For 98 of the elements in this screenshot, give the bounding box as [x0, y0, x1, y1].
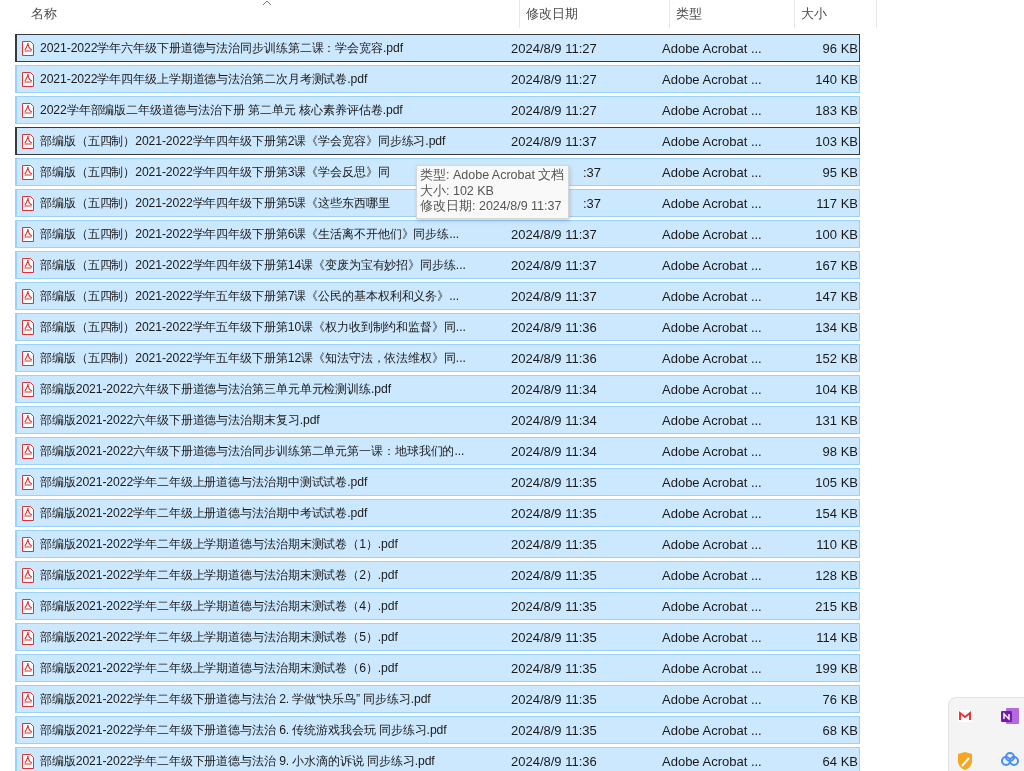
file-name: 部编版（五四制）2021-2022学年四年级下册第6课《生活离不开他们》同步练... — [40, 225, 460, 243]
file-size: 128 KB — [814, 567, 859, 583]
file-name: 部编版（五四制）2021-2022学年五年级下册第12课《知法守法，依法维权》同... — [40, 349, 466, 367]
file-size: 104 KB — [814, 381, 859, 397]
modified-date: 2024/8/9 11:27 — [511, 71, 597, 87]
file-type: Adobe Acrobat ... — [661, 133, 763, 149]
file-name: 部编版（五四制）2021-2022学年四年级下册第14课《变废为宝有妙招》同步练... — [40, 256, 466, 274]
file-size: 167 KB — [814, 257, 859, 273]
file-type: Adobe Acrobat ... — [661, 102, 763, 118]
file-size: 154 KB — [814, 505, 859, 521]
file-type: Adobe Acrobat ... — [661, 474, 763, 490]
modified-date: 2024/8/9 11:35 — [511, 722, 597, 738]
file-size: 76 KB — [821, 691, 859, 707]
file-type: Adobe Acrobat ... — [661, 381, 763, 397]
modified-date: 2024/8/9 11:35 — [511, 567, 597, 583]
file-size: 103 KB — [814, 133, 859, 149]
file-size: 105 KB — [814, 474, 859, 490]
file-name: 2021-2022学年四年级上学期道德与法治第二次月考测试卷.pdf — [40, 70, 368, 88]
modified-date: 2024/8/9 11:27 — [511, 40, 597, 56]
file-name: 部编版2021-2022六年级下册道德与法治期末复习.pdf — [40, 411, 320, 429]
file-type: Adobe Acrobat ... — [661, 226, 763, 242]
file-name: 部编版2021-2022学年二年级下册道德与法治 6. 传统游戏我会玩 同步练习.pdf — [40, 721, 447, 739]
file-type: Adobe Acrobat ... — [661, 443, 763, 459]
file-size: 183 KB — [814, 102, 859, 118]
file-size: 98 KB — [821, 443, 859, 459]
modified-date: 2024/8/9 11:36 — [511, 319, 597, 335]
file-name: 部编版（五四制）2021-2022学年五年级下册第7课《公民的基本权利和义务》... — [40, 287, 460, 305]
modified-date: 2024/8/9 11:27 — [511, 102, 597, 118]
file-size: 96 KB — [821, 40, 859, 56]
file-size: 215 KB — [814, 598, 859, 614]
file-type: Adobe Acrobat ... — [661, 40, 763, 56]
modified-date: 2024/8/9 11:35 — [511, 660, 597, 676]
file-size: 147 KB — [814, 288, 859, 304]
file-size: 152 KB — [814, 350, 859, 366]
file-type: Adobe Acrobat ... — [661, 660, 763, 676]
modified-date: 2024/8/9 11:35 — [511, 691, 597, 707]
file-type: Adobe Acrobat ... — [661, 629, 763, 645]
file-name: 部编版（五四制）2021-2022学年四年级下册第2课《学会宽容》同步练习.pdf — [40, 132, 446, 150]
modified-date: 2024/8/9 11:35 — [511, 598, 597, 614]
file-size: 64 KB — [821, 753, 859, 769]
file-name: 部编版2021-2022学年二年级下册道德与法治 9. 小水滴的诉说 同步练习.pdf — [40, 752, 435, 770]
file-size: 114 KB — [815, 629, 859, 645]
tooltip-line: 类型: Adobe Acrobat 文档 — [420, 168, 565, 184]
file-name: 部编版2021-2022学年二年级上学期道德与法治期末测试卷（2）.pdf — [40, 566, 398, 584]
modified-date: 2024/8/9 11:37 — [511, 288, 597, 304]
file-name: 部编版2021-2022六年级下册道德与法治第三单元单元检测训练.pdf — [40, 380, 391, 398]
modified-date: 2024/8/9 11:34 — [511, 381, 597, 397]
modified-date: 2024/8/9 11:37 — [511, 226, 597, 242]
file-size: 117 KB — [815, 195, 859, 211]
modified-date: :37 — [583, 195, 602, 211]
file-type: Adobe Acrobat ... — [661, 567, 763, 583]
file-type: Adobe Acrobat ... — [661, 722, 763, 738]
modified-date: 2024/8/9 11:37 — [511, 257, 597, 273]
file-type: Adobe Acrobat ... — [661, 536, 763, 552]
modified-date: 2024/8/9 11:34 — [511, 412, 597, 428]
file-type: Adobe Acrobat ... — [661, 71, 763, 87]
file-type: Adobe Acrobat ... — [661, 350, 763, 366]
file-size: 140 KB — [814, 71, 859, 87]
file-name: 部编版（五四制）2021-2022学年四年级下册第5课《这些东西哪里 — [40, 194, 390, 212]
modified-date: 2024/8/9 11:35 — [511, 629, 597, 645]
tooltip-line: 修改日期: 2024/8/9 11:37 — [420, 199, 563, 215]
modified-date: 2024/8/9 11:36 — [511, 350, 597, 366]
file-size: 199 KB — [814, 660, 859, 676]
file-size: 95 KB — [821, 164, 859, 180]
file-name: 部编版2021-2022学年二年级上学期道德与法治期末测试卷（4）.pdf — [40, 597, 398, 615]
file-name: 部编版2021-2022学年二年级上学期道德与法治期末测试卷（6）.pdf — [40, 659, 398, 677]
file-size: 134 KB — [814, 319, 859, 335]
file-type: Adobe Acrobat ... — [661, 319, 763, 335]
file-name: 部编版2021-2022学年二年级上学期道德与法治期末测试卷（5）.pdf — [40, 628, 398, 646]
modified-date: 2024/8/9 11:35 — [511, 505, 597, 521]
file-name: 部编版2021-2022学年二年级上学期道德与法治期末测试卷（1）.pdf — [40, 535, 398, 553]
file-name: 2021-2022学年六年级下册道德与法治同步训练第二课：学会宽容.pdf — [40, 39, 403, 57]
modified-date: 2024/8/9 11:35 — [511, 474, 597, 490]
file-type: Adobe Acrobat ... — [661, 412, 763, 428]
file-name: 部编版2021-2022六年级下册道德与法治同步训练第二单元第一课：地球我们的... — [40, 442, 465, 460]
modified-date: 2024/8/9 11:36 — [511, 753, 597, 769]
file-size: 131 KB — [814, 412, 859, 428]
file-name: 2022学年部编版二年级道德与法治下册 第二单元 核心素养评估卷.pdf — [40, 101, 403, 119]
modified-date: 2024/8/9 11:35 — [511, 536, 597, 552]
file-type: Adobe Acrobat ... — [661, 505, 763, 521]
modified-date: :37 — [583, 164, 602, 180]
file-name: 部编版（五四制）2021-2022学年四年级下册第3课《学会反思》同 — [40, 163, 390, 181]
file-name: 部编版2021-2022学年二年级下册道德与法治 2. 学做“快乐鸟” 同步练习.pdf — [40, 690, 431, 708]
file-size: 100 KB — [814, 226, 859, 242]
file-name: 部编版（五四制）2021-2022学年五年级下册第10课《权力收到制约和监督》同... — [40, 318, 466, 336]
file-name: 部编版2021-2022学年二年级上册道德与法治期中考试试卷.pdf — [40, 504, 368, 522]
modified-date: 2024/8/9 11:37 — [511, 133, 597, 149]
file-type: Adobe Acrobat ... — [661, 257, 763, 273]
file-size: 110 KB — [815, 536, 859, 552]
file-type: Adobe Acrobat ... — [661, 598, 763, 614]
file-name: 部编版2021-2022学年二年级上册道德与法治期中测试试卷.pdf — [40, 473, 368, 491]
file-type: Adobe Acrobat ... — [661, 195, 763, 211]
file-type: Adobe Acrobat ... — [661, 288, 763, 304]
file-size: 68 KB — [821, 722, 859, 738]
file-type: Adobe Acrobat ... — [661, 691, 763, 707]
file-type: Adobe Acrobat ... — [661, 164, 763, 180]
modified-date: 2024/8/9 11:34 — [511, 443, 597, 459]
file-type: Adobe Acrobat ... — [661, 753, 763, 769]
